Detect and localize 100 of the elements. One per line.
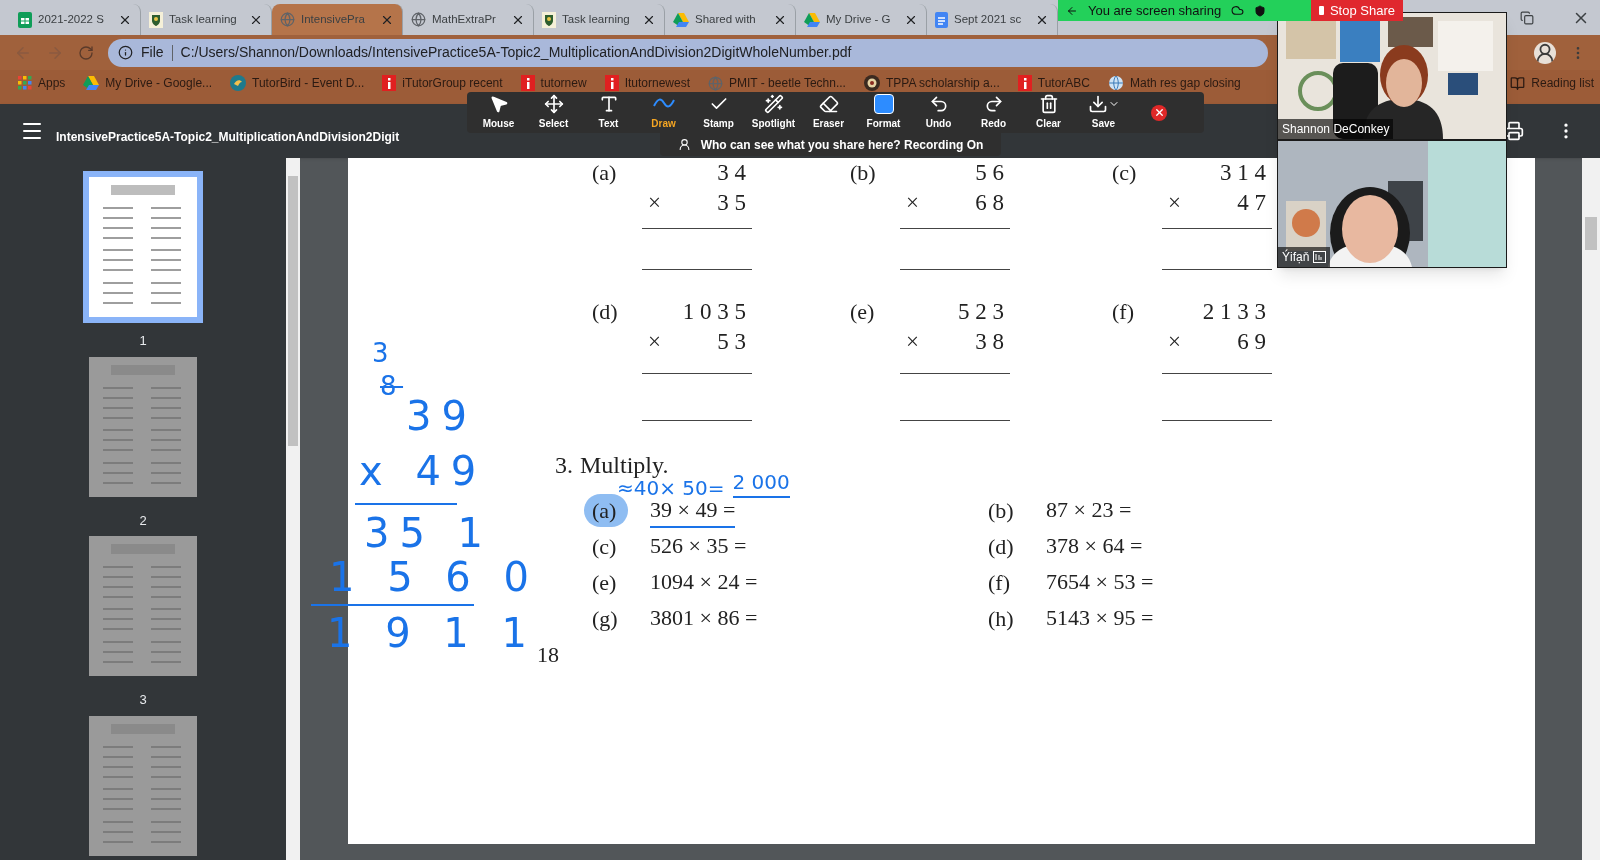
print-icon[interactable]	[1504, 121, 1524, 141]
tab-title: My Drive - G	[826, 11, 892, 27]
globe-icon	[280, 12, 295, 27]
multiplicand: 5 6	[974, 159, 1005, 187]
problem-label: (a)	[592, 159, 618, 187]
bookmark-logo-icon	[1017, 75, 1032, 91]
scrollbar[interactable]	[286, 158, 300, 860]
undo-icon	[928, 94, 949, 114]
reading-list-icon[interactable]	[1510, 75, 1526, 91]
user-icon	[677, 138, 691, 151]
multiplier: 5 3	[717, 328, 746, 356]
bookmark-logo-icon	[520, 75, 535, 91]
tab-title: IntensivePra	[301, 11, 366, 27]
scrollbar[interactable]	[1582, 158, 1600, 860]
item-label: (b)	[987, 496, 1015, 525]
times-sign: ×	[647, 328, 661, 356]
wave-icon	[652, 98, 675, 110]
sharing-banner: You are screen sharing	[1058, 0, 1311, 21]
close-icon[interactable]	[1151, 104, 1167, 121]
multiplier: 4 7	[1237, 189, 1266, 217]
multiplier: 6 9	[1237, 328, 1266, 356]
expression: 87 × 23 =	[1046, 495, 1132, 524]
multiplicand: 1 0 3 5	[681, 298, 747, 326]
annotation-tool[interactable]: Undo	[911, 92, 966, 133]
annotation-tool[interactable]: Stamp	[691, 92, 746, 133]
handwritten-result: 2 000	[732, 472, 790, 498]
annotation-tool[interactable]: Save	[1076, 92, 1131, 133]
globe-icon	[411, 12, 426, 27]
restore-icon[interactable]	[1520, 11, 1534, 25]
expression: 526 × 35 =	[650, 531, 747, 560]
item-label: (g)	[591, 604, 619, 633]
shield-icon	[1254, 4, 1267, 17]
annotation-tool[interactable]: Format	[856, 92, 911, 133]
wand-icon	[763, 94, 784, 114]
stop-icon	[1319, 6, 1324, 15]
problem-label: (d)	[592, 298, 619, 326]
pointer-icon	[488, 94, 509, 114]
item-label: (f)	[987, 568, 1011, 597]
name-tag: Shannon DeConkey	[1278, 119, 1394, 139]
annotation-tool[interactable]: Select	[526, 92, 581, 133]
multiplier: 3 8	[975, 328, 1004, 356]
expression: 1094 × 24 =	[650, 567, 758, 596]
info-icon	[118, 45, 133, 60]
item-label: (a)	[584, 493, 628, 527]
times-sign: ×	[905, 189, 919, 217]
page-number: 1	[139, 332, 147, 350]
address-bar[interactable]: File C:/Users/Shannon/Downloads/IntensivePractice5A-Topic2_MultiplicationAndDivision2DigitWholeNumber.pdf	[108, 38, 1268, 67]
docs-icon	[935, 11, 948, 28]
annotation-tool[interactable]: Mouse	[471, 92, 526, 133]
eraser-icon	[818, 94, 839, 114]
tab-title: Task learning	[169, 11, 238, 27]
times-sign: ×	[647, 189, 661, 217]
bookmark-logo-icon	[382, 75, 397, 91]
sharing-notice[interactable]: Who can see what you share here? Recording On	[659, 133, 1002, 156]
seal-icon	[863, 75, 880, 91]
avatar-icon[interactable]	[1534, 41, 1556, 64]
tab-title: Sept 2021 sc	[954, 11, 1023, 27]
globe-icon	[708, 75, 723, 91]
times-sign: ×	[905, 328, 919, 356]
expression: 7654 × 53 =	[1046, 567, 1154, 596]
crest-icon	[542, 11, 556, 28]
times-sign: ×	[1167, 328, 1181, 356]
tab-title: 2021-2022 S	[38, 11, 105, 27]
handwritten-number: 39	[406, 396, 477, 436]
bookmark-logo-icon	[604, 75, 619, 91]
handwritten-number: 8	[380, 373, 404, 399]
item-label: (h)	[987, 604, 1015, 633]
handwritten-number: 3	[372, 340, 396, 366]
color-swatch-icon	[873, 94, 894, 114]
drive-icon	[804, 12, 820, 27]
annotation-tool[interactable]: Eraser	[801, 92, 856, 133]
scheme-label: File	[141, 43, 164, 62]
annotation-tool[interactable]: Redo	[966, 92, 1021, 133]
annotation-tool[interactable]: Draw	[636, 92, 691, 133]
problem-label: (c)	[1112, 159, 1138, 187]
document-title: IntensivePractice5A-Topic2_MultiplicationAndDivision2Digit	[56, 129, 400, 146]
name-tag: Ýifạň	[1278, 247, 1331, 267]
apps-icon	[18, 76, 32, 90]
stop-share-button[interactable]: Stop Share	[1311, 0, 1403, 21]
multiplier: 6 8	[975, 189, 1004, 217]
page-number: 2	[139, 511, 147, 530]
multiplicand: 3 1 4	[1219, 159, 1267, 187]
url-text: C:/Users/Shannon/Downloads/IntensivePractice5A-Topic2_MultiplicationAndDivision2DigitWholeNumber.pdf	[180, 43, 852, 62]
tab-title: Shared with	[695, 11, 757, 27]
tab-title: Task learning	[562, 11, 631, 27]
arrow-icon	[1066, 4, 1078, 17]
multiplicand: 5 2 3	[957, 298, 1005, 326]
problem-label: (f)	[1112, 298, 1135, 326]
page-thumbnail[interactable]	[83, 171, 203, 323]
drive-icon	[83, 76, 100, 90]
annotation-tool[interactable]: Clear	[1021, 92, 1076, 133]
sheets-icon	[18, 11, 32, 28]
page-number: 3	[139, 691, 147, 709]
times-sign: ×	[1167, 189, 1181, 217]
annotation-tool[interactable]: Spotlight	[746, 92, 801, 133]
item-label: (c)	[591, 532, 618, 561]
expression: 5143 × 95 =	[1046, 603, 1154, 632]
drive-icon	[673, 12, 689, 27]
annotation-tool[interactable]: Text	[581, 92, 636, 133]
trash-icon	[1038, 94, 1059, 114]
